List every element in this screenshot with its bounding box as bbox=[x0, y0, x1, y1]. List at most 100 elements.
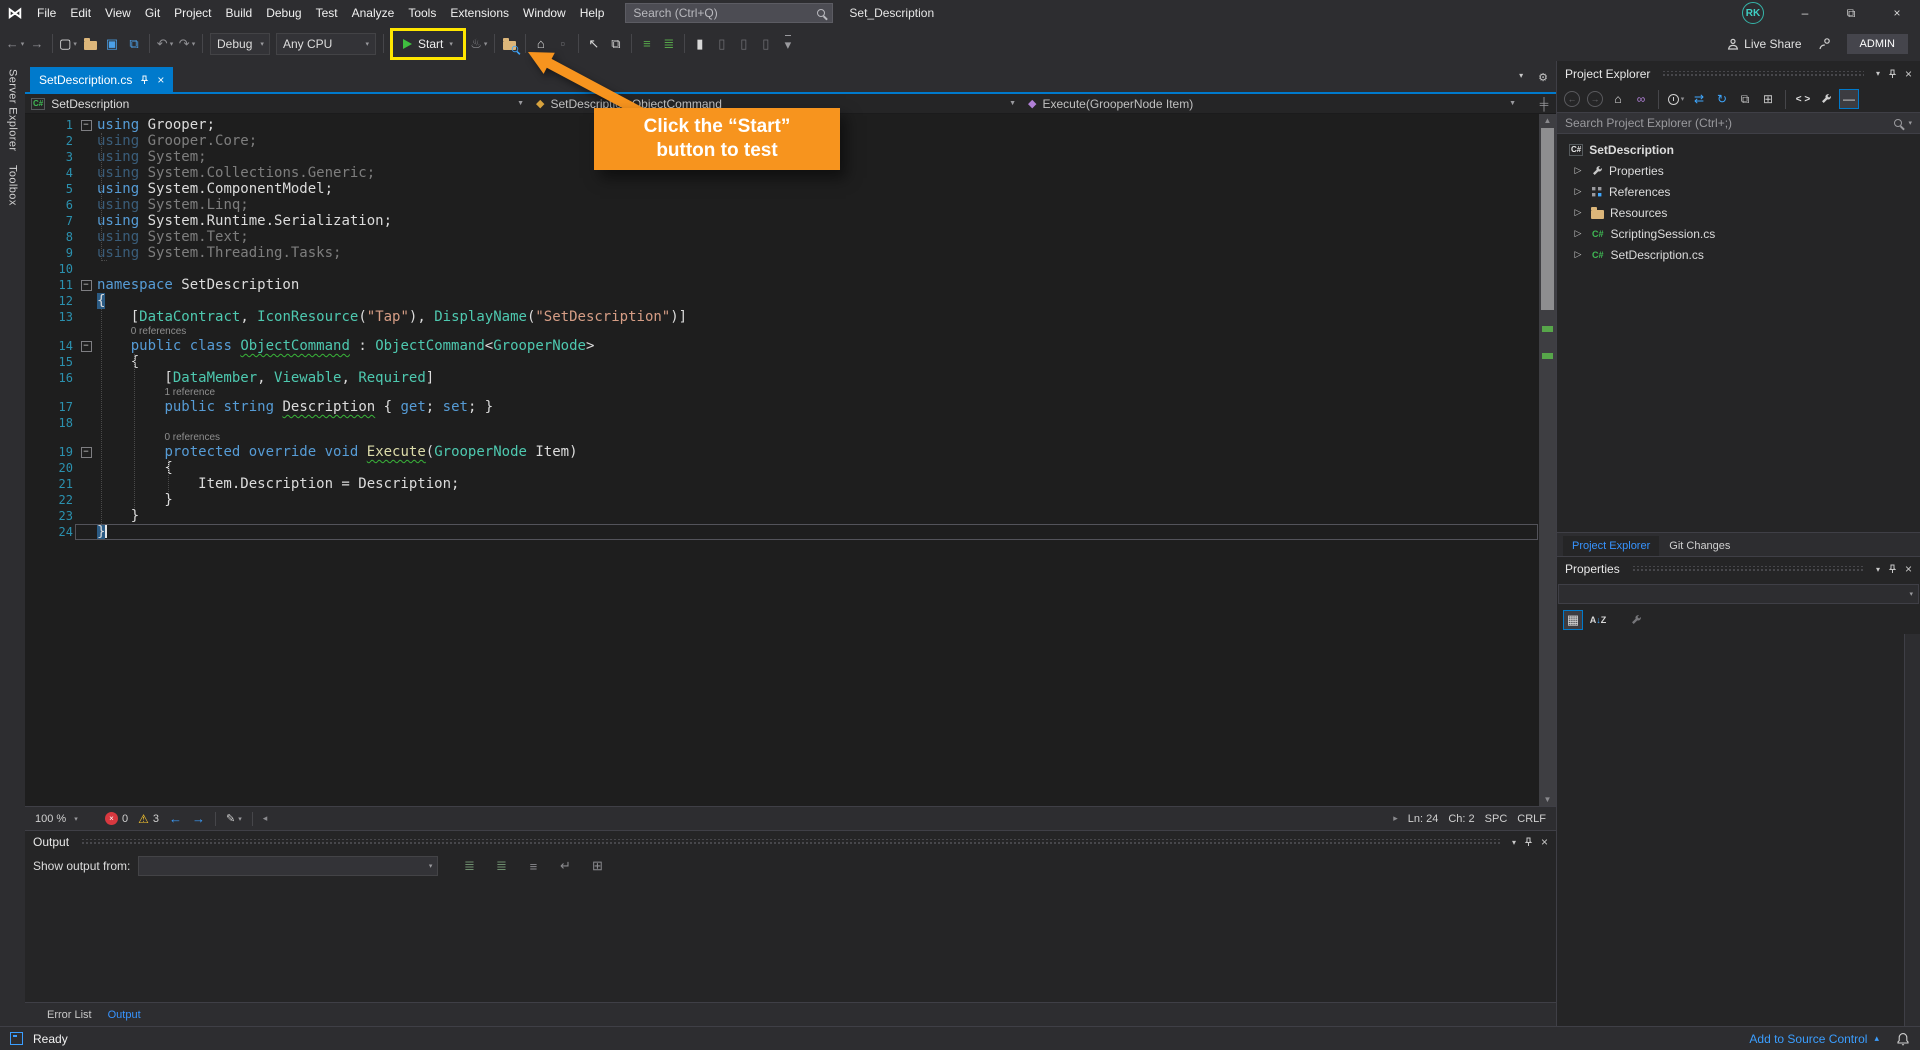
hscroll-right-icon[interactable]: ▸ bbox=[1393, 813, 1398, 824]
menu-file[interactable]: File bbox=[30, 0, 63, 26]
save-all-icon[interactable]: ⧉ bbox=[123, 32, 145, 56]
menu-tools[interactable]: Tools bbox=[401, 0, 443, 26]
view-code-icon[interactable]: < > bbox=[1793, 89, 1813, 109]
menu-extensions[interactable]: Extensions bbox=[443, 0, 516, 26]
line-number[interactable]: 13 bbox=[25, 309, 75, 325]
open-in-vs-icon[interactable]: ∞ bbox=[1631, 89, 1651, 109]
minimize-button[interactable]: – bbox=[1782, 0, 1828, 26]
menu-build[interactable]: Build bbox=[219, 0, 260, 26]
explorer-back-icon[interactable]: ← bbox=[1562, 89, 1582, 109]
open-file-icon[interactable] bbox=[79, 32, 101, 56]
fold-collapse-icon[interactable]: − bbox=[81, 120, 92, 131]
properties-object-select[interactable]: ▾ bbox=[1558, 584, 1919, 604]
line-number[interactable]: 5 bbox=[25, 181, 75, 197]
line-number[interactable]: 16 bbox=[25, 370, 75, 386]
warning-count-badge[interactable]: ⚠ 3 bbox=[138, 812, 159, 826]
copy-node-icon[interactable]: ⧉ bbox=[1735, 89, 1755, 109]
new-file-icon[interactable]: ▢▾ bbox=[57, 32, 79, 56]
find-in-files-icon[interactable] bbox=[499, 32, 521, 56]
line-number[interactable]: 6 bbox=[25, 197, 75, 213]
nav-backward-icon[interactable]: ←▾ bbox=[4, 32, 26, 56]
panel-tab-project-explorer[interactable]: Project Explorer bbox=[1563, 536, 1659, 556]
menu-window[interactable]: Window bbox=[516, 0, 573, 26]
navigate-back-icon[interactable]: ← bbox=[169, 811, 182, 826]
line-number[interactable]: 14 bbox=[25, 338, 75, 354]
duplicate-node-icon[interactable]: ⊞ bbox=[1758, 89, 1778, 109]
fold-collapse-icon[interactable]: − bbox=[81, 447, 92, 458]
copy-structure-icon[interactable]: ⧉ bbox=[605, 32, 627, 56]
tree-item-resources[interactable]: ▷Resources bbox=[1557, 202, 1920, 223]
scrollbar-thumb[interactable] bbox=[1541, 128, 1554, 310]
panel-options-icon[interactable]: ▾ bbox=[1876, 565, 1880, 574]
panel-options-icon[interactable]: ▾ bbox=[1512, 838, 1516, 847]
nav-forward-icon[interactable]: → bbox=[26, 32, 48, 56]
prev-bookmark-icon[interactable]: ▯ bbox=[711, 32, 733, 56]
menu-analyze[interactable]: Analyze bbox=[345, 0, 402, 26]
line-number[interactable]: 12 bbox=[25, 293, 75, 309]
line-number[interactable]: 19 bbox=[25, 444, 75, 460]
split-editor-handle-icon[interactable]: ╪ bbox=[1532, 94, 1556, 113]
menu-project[interactable]: Project bbox=[167, 0, 218, 26]
pin-icon[interactable] bbox=[1888, 69, 1897, 79]
tree-expand-chevron-icon[interactable]: ▷ bbox=[1571, 165, 1585, 176]
fold-collapse-icon[interactable]: − bbox=[81, 280, 92, 291]
panel-close-icon[interactable]: × bbox=[1905, 562, 1912, 576]
side-tab-server-explorer[interactable]: Server Explorer bbox=[7, 69, 19, 151]
tab-dropdown-icon[interactable]: ▾ bbox=[1519, 71, 1523, 84]
line-ending-indicator[interactable]: CRLF bbox=[1517, 813, 1546, 825]
tree-expand-chevron-icon[interactable]: ▷ bbox=[1571, 207, 1585, 218]
line-number[interactable]: 11 bbox=[25, 277, 75, 293]
menu-git[interactable]: Git bbox=[138, 0, 167, 26]
line-number[interactable]: 24 bbox=[25, 524, 75, 540]
hscroll-left-icon[interactable]: ◂ bbox=[263, 813, 268, 824]
breadcrumb-type[interactable]: ◆ SetDescription.ObjectCommand ▼ bbox=[530, 94, 1022, 113]
output-prev-message-icon[interactable]: ≣ bbox=[458, 854, 480, 878]
line-number[interactable]: 20 bbox=[25, 460, 75, 476]
pin-icon[interactable] bbox=[1888, 564, 1897, 574]
line-number[interactable]: 9 bbox=[25, 245, 75, 261]
explorer-forward-icon[interactable]: → bbox=[1585, 89, 1605, 109]
breadcrumb-project[interactable]: C# SetDescription ▼ bbox=[25, 94, 530, 113]
fold-collapse-icon[interactable]: − bbox=[81, 341, 92, 352]
zoom-level-select[interactable]: 100 % ▾ bbox=[35, 813, 95, 825]
panel-options-icon[interactable]: ▾ bbox=[1876, 69, 1880, 78]
output-next-message-icon[interactable]: ≣ bbox=[490, 854, 512, 878]
output-wordwrap-icon[interactable]: ↵ bbox=[554, 854, 576, 878]
line-indicator[interactable]: Ln: 24 bbox=[1408, 813, 1439, 825]
panel-close-icon[interactable]: × bbox=[1541, 835, 1548, 849]
tree-expand-chevron-icon[interactable]: ▷ bbox=[1571, 228, 1585, 239]
refresh-icon[interactable]: ↻ bbox=[1712, 89, 1732, 109]
line-number[interactable]: 1 bbox=[25, 117, 75, 133]
clear-bookmarks-icon[interactable]: ▯ bbox=[755, 32, 777, 56]
line-number[interactable]: 23 bbox=[25, 508, 75, 524]
line-unindent-icon[interactable]: ≣ bbox=[658, 32, 680, 56]
tree-item-properties[interactable]: ▷Properties bbox=[1557, 160, 1920, 181]
panel-close-icon[interactable]: × bbox=[1905, 67, 1912, 81]
add-to-source-control-button[interactable]: Add to Source Control bbox=[1749, 1032, 1867, 1046]
bottom-tab-output[interactable]: Output bbox=[108, 1009, 141, 1021]
bottom-tab-error-list[interactable]: Error List bbox=[47, 1009, 92, 1021]
line-number[interactable]: 22 bbox=[25, 492, 75, 508]
insert-mode-indicator[interactable]: SPC bbox=[1485, 813, 1508, 825]
output-toggle-icon[interactable]: ⊞ bbox=[586, 854, 608, 878]
restore-button[interactable]: ⧉ bbox=[1828, 0, 1874, 26]
breadcrumb-member[interactable]: ◆ Execute(GrooperNode Item) ▼ bbox=[1022, 94, 1522, 113]
line-number[interactable]: 3 bbox=[25, 149, 75, 165]
tree-expand-chevron-icon[interactable]: ▷ bbox=[1571, 186, 1585, 197]
scroll-up-icon[interactable]: ▲ bbox=[1539, 116, 1556, 125]
codelens-references[interactable]: 1 reference bbox=[25, 386, 1539, 399]
categorized-icon[interactable]: ▦ bbox=[1563, 610, 1583, 630]
caret-up-icon[interactable]: ▴ bbox=[1874, 1033, 1879, 1044]
codelens-references[interactable]: 0 references bbox=[25, 431, 1539, 444]
properties-grid[interactable] bbox=[1557, 634, 1920, 1027]
user-avatar[interactable]: RK bbox=[1742, 2, 1764, 24]
line-number[interactable]: 17 bbox=[25, 399, 75, 415]
live-share-button[interactable]: Live Share bbox=[1727, 37, 1801, 51]
tree-expand-chevron-icon[interactable]: ▷ bbox=[1571, 249, 1585, 260]
output-source-select[interactable]: ▾ bbox=[138, 856, 438, 876]
save-icon[interactable]: ▣ bbox=[101, 32, 123, 56]
line-indent-icon[interactable]: ≡ bbox=[636, 32, 658, 56]
editor-vertical-scrollbar[interactable]: ▲ ▼ bbox=[1539, 114, 1556, 806]
menu-test[interactable]: Test bbox=[309, 0, 345, 26]
platform-select[interactable]: Any CPU▾ bbox=[276, 33, 376, 55]
